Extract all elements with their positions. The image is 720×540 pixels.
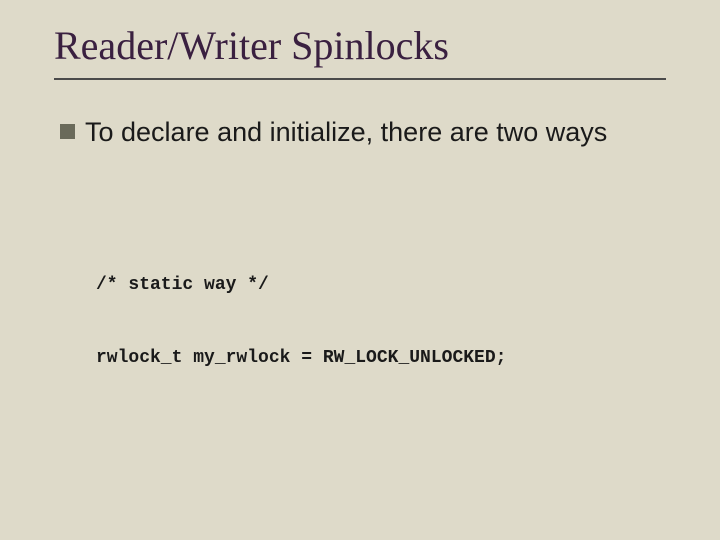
slide-title: Reader/Writer Spinlocks — [54, 22, 449, 69]
code-block: /* static way */ rwlock_t my_rwlock = RW… — [96, 168, 680, 540]
code-line: rwlock_t my_rwlock = RW_LOCK_UNLOCKED; — [96, 346, 680, 370]
bullet-square-icon — [60, 124, 75, 139]
bullet-text: To declare and initialize, there are two… — [85, 116, 607, 150]
title-underline — [54, 78, 666, 80]
code-line: /* static way */ — [96, 273, 680, 297]
slide-body: To declare and initialize, there are two… — [60, 116, 680, 540]
bullet-item: To declare and initialize, there are two… — [60, 116, 680, 150]
code-group-dynamic: /* dynamic way */ rwlock_t my_rwlock; rw… — [96, 491, 680, 540]
code-group-static: /* static way */ rwlock_t my_rwlock = RW… — [96, 224, 680, 418]
